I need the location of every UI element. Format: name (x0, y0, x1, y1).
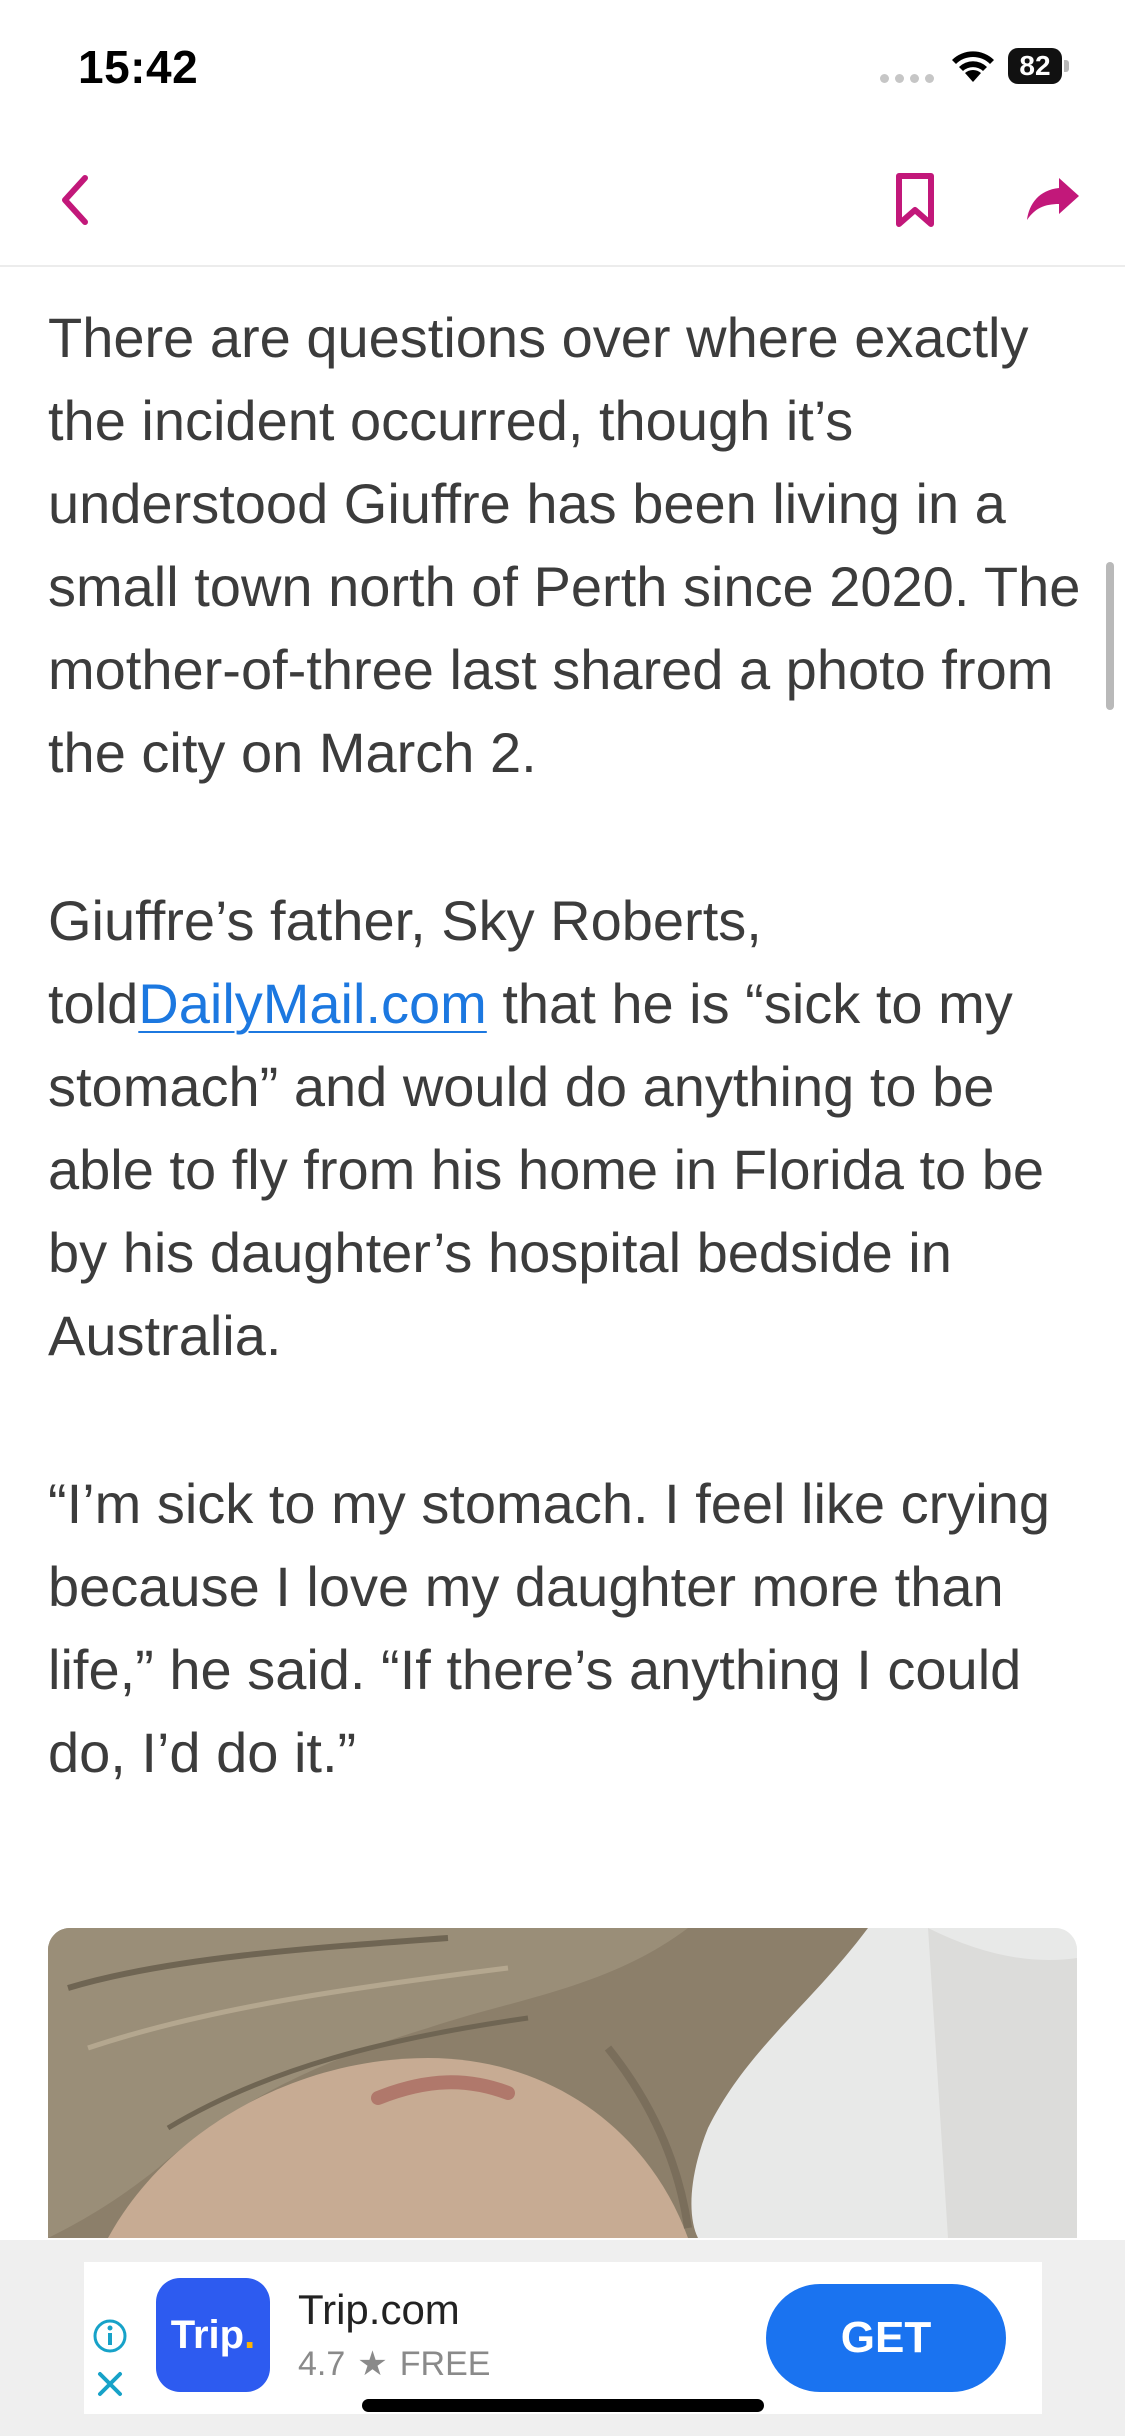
bookmark-icon (896, 173, 934, 227)
photo-image (48, 1928, 1077, 2238)
info-icon[interactable] (92, 2318, 128, 2354)
battery-icon: 82 (1008, 48, 1070, 84)
close-icon[interactable] (92, 2366, 128, 2402)
app-rating: 4.7 (298, 2344, 346, 2383)
home-indicator[interactable] (362, 2399, 764, 2412)
battery-level: 82 (1008, 48, 1062, 84)
app-price: FREE (399, 2344, 491, 2383)
get-button[interactable]: GET (766, 2284, 1006, 2392)
app-icon-dot: . (244, 2312, 256, 2357)
article-paragraph: Giuffre’s father, Sky Roberts, toldDaily… (48, 879, 1088, 1377)
nav-bar (0, 135, 1125, 267)
scrollbar[interactable] (1106, 562, 1114, 710)
back-button[interactable] (40, 165, 110, 235)
article-paragraph: There are questions over where exactly t… (48, 306, 1081, 784)
dailymail-link[interactable]: DailyMail.com (138, 972, 487, 1035)
article-paragraph: “I’m sick to my stomach. I feel like cry… (48, 1472, 1051, 1784)
share-button[interactable] (1018, 165, 1088, 235)
app-rating-row: 4.7 ★ FREE (298, 2344, 490, 2384)
app-name: Trip.com (298, 2286, 460, 2333)
article-body: There are questions over where exactly t… (48, 296, 1088, 1879)
star-icon: ★ (357, 2345, 388, 2383)
app-icon-text: Trip (170, 2312, 245, 2357)
trip-app-icon[interactable]: Trip. (156, 2278, 270, 2392)
status-time: 15:42 (78, 41, 199, 93)
cellular-signal-icon (880, 74, 934, 84)
share-arrow-icon (1027, 178, 1079, 220)
chevron-left-icon (62, 175, 88, 225)
ad-card[interactable]: Trip. Trip.com 4.7 ★ FREE GET (84, 2262, 1042, 2414)
wifi-icon (952, 51, 994, 82)
status-bar: 15:42 82 (0, 0, 1125, 135)
bookmark-button[interactable] (880, 165, 950, 235)
article-photo[interactable] (48, 1928, 1077, 2238)
